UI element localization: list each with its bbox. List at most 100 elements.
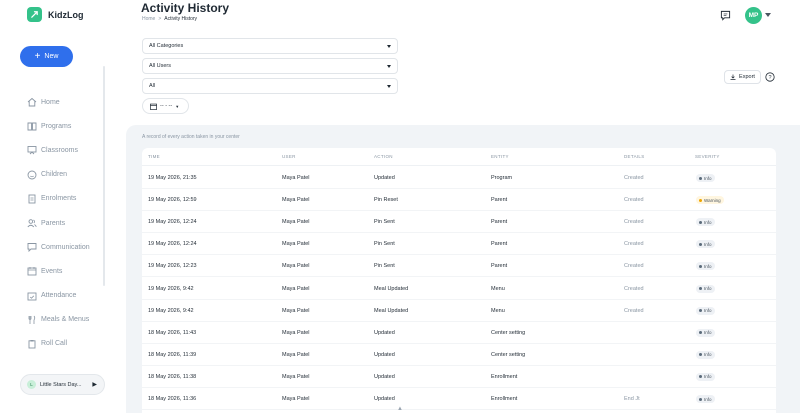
cell-entity: Center setting	[491, 351, 526, 358]
status-dot-icon	[699, 331, 702, 335]
chevron-right-icon: ▶	[92, 382, 97, 388]
message-icon[interactable]	[720, 10, 731, 21]
table-row[interactable]: 18 May 2026, 11:36 Maya Patel Updated Enrol…	[142, 388, 776, 411]
chat-icon	[27, 242, 37, 253]
app-logo[interactable]: KidzLog	[27, 7, 84, 22]
sidebar-item-events[interactable]: Events	[27, 259, 90, 283]
new-button[interactable]: + New	[20, 46, 73, 67]
column-header-action[interactable]: ACTION	[374, 154, 393, 159]
app-root: KidzLog + New Home Programs Classrooms C…	[0, 0, 800, 413]
sidebar-item-meals-menus[interactable]: Meals & Menus	[27, 308, 90, 332]
sidebar-item-roll-call[interactable]: Roll Call	[27, 332, 90, 356]
column-header-details[interactable]: DETAILS	[624, 154, 645, 159]
severity-badge: Info	[696, 395, 715, 403]
cell-action: Pin Sent	[374, 263, 395, 270]
sidebar-item-label: Roll Call	[41, 340, 68, 348]
sidebar-item-label: Home	[41, 98, 60, 106]
table-row[interactable]: 19 May 2026, 12:59 Maya Patel Pin Reset Par…	[142, 189, 776, 212]
logo-icon	[27, 7, 42, 22]
cell-action: Updated	[374, 373, 395, 380]
calendar-icon	[27, 266, 37, 276]
cell-entity: Enrollment	[491, 396, 518, 402]
plus-icon: +	[34, 50, 41, 62]
cell-entity: Parent	[491, 241, 508, 248]
cell-details: End Jt	[624, 396, 640, 402]
new-button-label: New	[44, 53, 59, 60]
cell-action: Updated	[374, 329, 395, 336]
breadcrumb-current: Activity History	[164, 16, 198, 22]
table-row[interactable]: 19 May 2026, 12:23 Maya Patel Pin Sent Pare…	[142, 255, 776, 278]
cell-user: Maya Patel	[282, 263, 310, 270]
cell-time: 18 May 2026, 11:36	[148, 396, 197, 402]
breadcrumb: Home > Activity History	[142, 16, 197, 22]
activity-table: TIME USER ACTION ENTITY DETAILS SEVERITY…	[142, 148, 776, 413]
table-caption: A record of every action taken in your c…	[142, 134, 240, 140]
sidebar-scrollbar[interactable]	[103, 66, 105, 286]
sidebar-item-label: Enrolments	[41, 195, 77, 203]
breadcrumb-home[interactable]: Home	[142, 16, 155, 22]
sidebar-item-enrolments[interactable]: Enrolments	[27, 187, 90, 211]
sidebar-item-home[interactable]: Home	[27, 90, 90, 114]
cell-entity: Menu	[491, 285, 505, 292]
date-range-value: -- - --	[160, 103, 173, 109]
status-dot-icon	[699, 353, 702, 357]
cell-details: Created	[624, 241, 644, 248]
column-header-time[interactable]: TIME	[148, 154, 160, 159]
cell-entity: Program	[491, 175, 513, 181]
table-row[interactable]: 19 May 2026, 21:35 Maya Patel Updated Progr…	[142, 167, 776, 190]
cell-user: Maya Patel	[282, 285, 310, 292]
category-filter[interactable]: All Categories	[142, 38, 398, 54]
table-row[interactable]: 19 May 2026, 9:42 Maya Patel Meal Updated M…	[142, 278, 776, 300]
cell-user: Maya Patel	[282, 396, 310, 402]
center-name: Little Stars Day...	[40, 381, 82, 388]
status-dot-icon	[699, 264, 702, 268]
table-row[interactable]: 18 May 2026, 11:38 Maya Patel Updated Enrol…	[142, 366, 776, 388]
user-filter[interactable]: All Users	[142, 58, 398, 74]
scroll-indicator-icon[interactable]: ▲	[397, 406, 403, 412]
sidebar-item-parents[interactable]: Parents	[27, 211, 90, 235]
cell-details: Created	[624, 307, 644, 314]
sidebar-item-communication[interactable]: Communication	[27, 235, 90, 259]
clipboard-icon	[27, 339, 37, 349]
column-header-severity[interactable]: SEVERITY	[695, 154, 720, 159]
page-title: Activity History	[141, 1, 230, 15]
cell-time: 19 May 2026, 12:23	[148, 263, 197, 270]
export-button[interactable]: Export	[724, 70, 761, 84]
sidebar-nav: Home Programs Classrooms Children Enrolm…	[27, 90, 90, 356]
cell-action: Pin Reset	[374, 197, 398, 204]
center-switcher[interactable]: L Little Stars Day... ▶	[20, 374, 105, 395]
cell-user: Maya Patel	[282, 197, 310, 204]
table-row[interactable]: 19 May 2026, 12:24 Maya Patel Pin Sent Pare…	[142, 211, 776, 234]
cell-time: 19 May 2026, 9:42	[148, 307, 194, 314]
severity-filter[interactable]: All	[142, 78, 398, 94]
column-header-user[interactable]: USER	[282, 154, 296, 159]
chevron-down-icon[interactable]	[765, 13, 771, 17]
sidebar-item-classrooms[interactable]: Classrooms	[27, 138, 90, 162]
cell-time: 18 May 2026, 11:39	[148, 351, 197, 358]
cell-user: Maya Patel	[282, 351, 310, 358]
severity-label: Warning	[704, 197, 721, 203]
sidebar-item-attendance[interactable]: Attendance	[27, 284, 90, 308]
document-icon	[27, 194, 37, 204]
table-row[interactable]: 19 May 2026, 9:42 Maya Patel Meal Updated M…	[142, 300, 776, 322]
table-row[interactable]: 18 May 2026, 11:43 Maya Patel Updated Cente…	[142, 322, 776, 344]
cell-entity: Parent	[491, 263, 508, 270]
center-avatar: L	[27, 380, 36, 389]
chevron-down-icon	[387, 45, 391, 48]
severity-badge: Warning	[696, 196, 724, 205]
sidebar-item-children[interactable]: Children	[27, 163, 90, 187]
severity-badge: Info	[696, 262, 715, 271]
help-icon[interactable]: ?	[765, 72, 775, 82]
avatar[interactable]: MP	[745, 7, 762, 24]
sidebar-item-label: Classrooms	[41, 146, 78, 154]
date-range-picker[interactable]: -- - -- ▼	[142, 98, 189, 114]
table-row[interactable]: 18 May 2026, 11:39 Maya Patel Updated Cente…	[142, 344, 776, 366]
sidebar-item-programs[interactable]: Programs	[27, 114, 90, 138]
calendar-check-icon	[27, 291, 37, 301]
cell-user: Maya Patel	[282, 219, 310, 226]
book-icon	[27, 121, 37, 131]
table-row[interactable]: 19 May 2026, 12:24 Maya Patel Pin Sent Pare…	[142, 233, 776, 256]
severity-badge: Info	[696, 284, 715, 293]
column-header-entity[interactable]: ENTITY	[491, 154, 509, 159]
status-dot-icon	[699, 309, 702, 313]
